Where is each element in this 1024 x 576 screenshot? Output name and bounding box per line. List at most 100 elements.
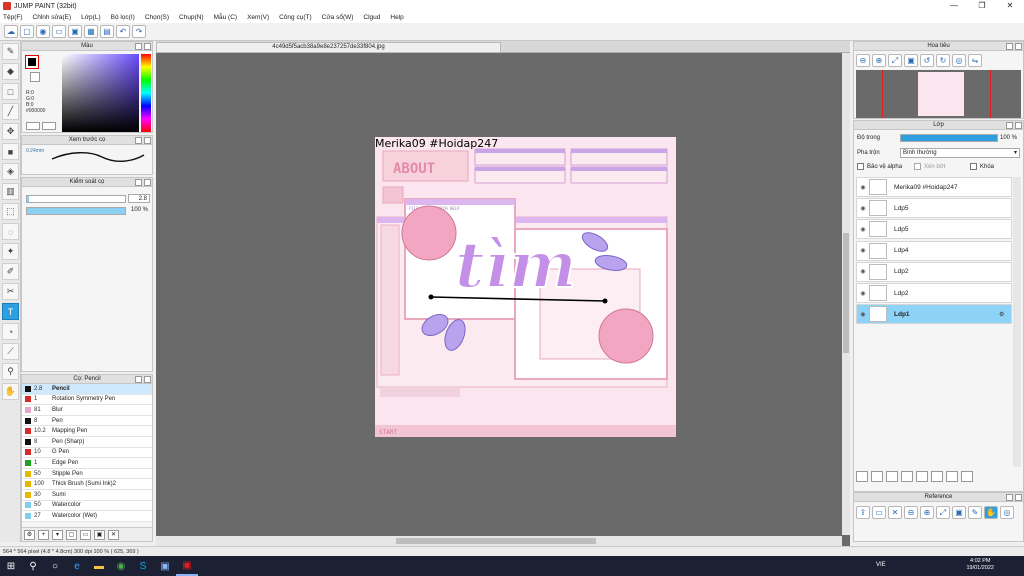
delete-layer-icon[interactable] (961, 471, 973, 482)
vertical-scrollbar[interactable] (842, 53, 850, 535)
comment-icon[interactable]: ▭ (52, 25, 66, 38)
protect-alpha-checkbox[interactable]: Bảo vệ alpha (857, 163, 902, 170)
ref-reset-icon[interactable]: ◎ (1000, 506, 1014, 519)
new-layer-icon[interactable] (856, 471, 868, 482)
close-button[interactable]: ✕ (996, 0, 1024, 12)
brush-item[interactable]: 8 Pen (Sharp) (22, 436, 152, 448)
menu-tools[interactable]: Công cụ(T) (279, 14, 312, 21)
artwork-canvas[interactable]: START ABOUT FILE EDIT SEARCH HELP tìm Me… (375, 137, 676, 437)
brush-item[interactable]: 100 Thick Brush (Sumi Ink)2 (22, 479, 152, 490)
windows-start-icon[interactable]: ⊞ (0, 556, 22, 576)
menu-layer[interactable]: Lớp(L) (81, 14, 100, 21)
brush-item[interactable]: 50 Stipple Pen (22, 468, 152, 480)
rotate-left-icon[interactable]: ↺ (920, 54, 934, 67)
duplicate-layer-icon[interactable] (931, 471, 943, 482)
tile-icon[interactable]: ▤ (100, 25, 114, 38)
layer-row[interactable]: ◉ Ldp4 (856, 240, 1012, 261)
brush-menu-icon[interactable]: ▾ (52, 529, 63, 540)
menu-capture[interactable]: Chụp(N) (179, 14, 204, 21)
layer-scrollbar[interactable] (1013, 177, 1021, 467)
brush-item[interactable]: 30 Sumi (22, 489, 152, 501)
rect-tool-icon[interactable]: □ (2, 83, 19, 100)
panel-float-icon[interactable] (135, 376, 142, 383)
ref-fit-icon[interactable]: ⤢ (936, 506, 950, 519)
panel-close-icon[interactable] (144, 137, 151, 144)
blend-mode-select[interactable]: Bình thường ▾ (900, 148, 1020, 158)
zoom-in-icon[interactable]: ⊕ (872, 54, 886, 67)
eye-icon[interactable]: ◉ (857, 247, 869, 254)
select-pen-icon[interactable]: ✐ (2, 263, 19, 280)
navigator-preview[interactable] (856, 70, 1021, 118)
eye-icon[interactable]: ◉ (857, 268, 869, 275)
panel-float-icon[interactable] (135, 179, 142, 186)
eye-icon[interactable]: ◉ (857, 226, 869, 233)
lock-checkbox[interactable]: Khóa (970, 163, 994, 170)
close-ref-icon[interactable]: ✕ (888, 506, 902, 519)
system-clock[interactable]: 4:02 PM 19/01/2022 (966, 558, 994, 572)
eyedropper-tool-icon[interactable]: ⚲ (2, 363, 19, 380)
jump-paint-taskbar-icon[interactable]: ▣ (176, 556, 198, 576)
brush-delete-icon[interactable]: ✕ (108, 529, 119, 540)
ref-eyedropper-icon[interactable]: ✎ (968, 506, 982, 519)
reset-icon[interactable]: ◎ (952, 54, 966, 67)
language-indicator[interactable]: VIE (876, 562, 886, 568)
flip-icon[interactable]: ⇋ (968, 54, 982, 67)
saturation-value-picker[interactable] (62, 54, 139, 132)
hue-slider[interactable] (141, 54, 151, 132)
panel-float-icon[interactable] (135, 43, 142, 50)
brush-item[interactable]: 10.2 Mapping Pen (22, 426, 152, 437)
brush-copy-icon[interactable]: ▢ (66, 529, 77, 540)
select-rect-icon[interactable]: ⬚ (2, 203, 19, 220)
redo-icon[interactable]: ↷ (132, 25, 146, 38)
brush-item[interactable]: 1 Edge Pen (22, 458, 152, 469)
fill-tool-icon[interactable]: ■ (2, 143, 19, 160)
layer-row[interactable]: ◉ Ldp5 (856, 198, 1012, 219)
eraser-tool-icon[interactable]: ◆ (2, 63, 19, 80)
line-tool-icon[interactable]: ╱ (2, 103, 19, 120)
grid-icon[interactable]: ▦ (84, 25, 98, 38)
brush-opacity-slider[interactable] (26, 207, 126, 215)
document-tab[interactable]: 4c49d5f5acb38a9e8e237257de33f804.jpg (156, 42, 501, 53)
brush-size-slider[interactable] (26, 195, 126, 203)
file-explorer-icon[interactable]: ▬ (88, 556, 110, 576)
eye-icon[interactable]: ◉ (857, 311, 869, 318)
move-tool-icon[interactable]: ✥ (2, 123, 19, 140)
layer-row[interactable]: ◉ Ldp1 ⚙ (856, 304, 1012, 325)
canvas-area[interactable]: 4c49d5f5acb38a9e8e237257de33f804.jpg STA… (156, 41, 850, 546)
brush-item[interactable]: 27 Watercolor (Wet) (22, 511, 152, 522)
upload-icon[interactable]: ⇪ (856, 506, 870, 519)
skype-icon[interactable]: S (132, 556, 154, 576)
cloud-icon[interactable]: ☁ (4, 25, 18, 38)
balloon-tool-icon[interactable]: ◔ (2, 323, 19, 340)
menu-window[interactable]: Cửa sổ(W) (322, 14, 354, 21)
menu-cloud[interactable]: Clgud (363, 14, 380, 21)
edge-icon[interactable]: e (66, 556, 88, 576)
layer-row[interactable]: ◉ Ldp5 (856, 219, 1012, 240)
chat-icon[interactable]: ◉ (36, 25, 50, 38)
panel-float-icon[interactable] (1006, 43, 1013, 50)
new-layer-1bit-icon[interactable] (886, 471, 898, 482)
brush-item[interactable]: 10 G Pen (22, 447, 152, 459)
pen-tool-icon[interactable]: ✎ (2, 43, 19, 60)
eye-icon[interactable]: ◉ (857, 290, 869, 297)
save-icon[interactable]: ▣ (68, 25, 82, 38)
layer-row[interactable]: ◉ Merika09 #Hoidap247 (856, 177, 1012, 197)
ref-hand-icon[interactable]: ✋ (984, 506, 998, 519)
panel-float-icon[interactable] (135, 137, 142, 144)
brush-item[interactable]: 1 Rotation Symmetry Pen (22, 394, 152, 406)
maximize-button[interactable]: ❐ (968, 0, 996, 12)
panel-close-icon[interactable] (1015, 43, 1022, 50)
panel-float-icon[interactable] (1006, 494, 1013, 501)
lasso-tool-icon[interactable]: ◌ (2, 223, 19, 240)
menu-template[interactable]: Mẫu (C) (214, 14, 237, 21)
new-file-icon[interactable]: ▢ (20, 25, 34, 38)
brush-item[interactable]: 81 Blur (22, 405, 152, 416)
brush-item[interactable]: 50 Watercolor (22, 500, 152, 512)
chrome-icon[interactable]: ◉ (110, 556, 132, 576)
eye-icon[interactable]: ◉ (857, 184, 869, 191)
layer-folder-icon[interactable] (916, 471, 928, 482)
undo-icon[interactable]: ↶ (116, 25, 130, 38)
menu-filter[interactable]: Bộ lọc(I) (111, 14, 135, 21)
brush-settings-icon[interactable]: ⚙ (24, 529, 35, 540)
open-folder-icon[interactable]: ▭ (872, 506, 886, 519)
